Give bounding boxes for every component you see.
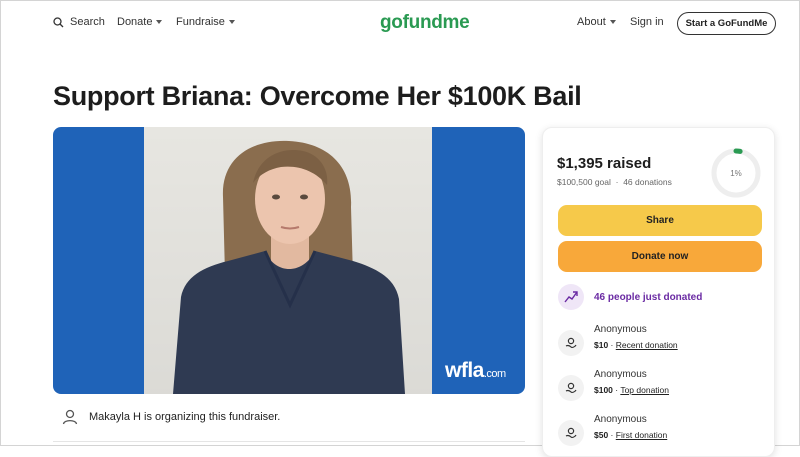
- donation-amount: $100: [594, 385, 613, 395]
- campaign-image[interactable]: wfla.com: [53, 127, 525, 394]
- gofundme-logo[interactable]: gofundme: [380, 12, 470, 34]
- recent-activity-text: 46 people just donated: [594, 291, 703, 303]
- recent-activity[interactable]: 46 people just donated: [558, 284, 702, 310]
- search-nav[interactable]: Search: [53, 16, 105, 28]
- donation-amount: $50: [594, 430, 609, 440]
- donate-nav-label: Donate: [117, 16, 153, 28]
- donation-panel: $1,395 raised $100,500 goal · 46 donatio…: [542, 127, 775, 457]
- progress-label: 1%: [730, 169, 742, 178]
- page: Search Donate Fundraise gofundme About S…: [0, 0, 800, 457]
- fundraise-nav-label: Fundraise: [176, 16, 225, 28]
- start-gofundme-button[interactable]: Start a GoFundMe: [677, 12, 776, 35]
- organizer-row[interactable]: Makayla H is organizing this fundraiser.: [53, 400, 280, 434]
- donation-hand-icon: [558, 375, 584, 401]
- top-nav: Search Donate Fundraise gofundme About S…: [1, 1, 800, 47]
- sign-in-link[interactable]: Sign in: [630, 16, 664, 28]
- page-title: Support Briana: Overcome Her $100K Bail: [53, 81, 582, 111]
- chevron-down-icon: [609, 20, 616, 24]
- donation-count: 46 donations: [623, 177, 672, 187]
- dot-separator: ·: [613, 177, 621, 187]
- about-nav[interactable]: About: [577, 16, 616, 28]
- fundraise-nav[interactable]: Fundraise: [176, 16, 235, 28]
- goal-amount: $100,500 goal: [557, 177, 611, 187]
- search-label: Search: [70, 16, 105, 28]
- donor-name: Anonymous: [594, 414, 647, 425]
- donation-item: Anonymous $10 · Recent donation: [558, 324, 678, 356]
- user-icon: [53, 400, 87, 434]
- donation-hand-icon: [558, 420, 584, 446]
- donation-item: Anonymous $50 · First donation: [558, 414, 667, 446]
- progress-ring: 1%: [710, 147, 762, 199]
- goal-summary: $100,500 goal · 46 donations: [557, 177, 672, 187]
- divider: [53, 441, 525, 442]
- donor-name: Anonymous: [594, 324, 647, 335]
- watermark-main: wfla: [445, 359, 484, 382]
- donation-item: Anonymous $100 · Top donation: [558, 369, 669, 401]
- chevron-down-icon: [156, 20, 163, 24]
- donate-now-button[interactable]: Donate now: [558, 241, 762, 272]
- donation-tag-link[interactable]: First donation: [616, 430, 668, 440]
- chevron-down-icon: [228, 20, 235, 24]
- amount-raised: $1,395 raised: [557, 155, 652, 172]
- watermark-sub: .com: [483, 368, 506, 380]
- donation-tag-link[interactable]: Top donation: [620, 385, 669, 395]
- donation-hand-icon: [558, 330, 584, 356]
- person-photo: [173, 140, 405, 394]
- donation-amount: $10: [594, 340, 609, 350]
- wfla-watermark: wfla.com: [445, 359, 506, 383]
- donate-nav[interactable]: Donate: [117, 16, 163, 28]
- trending-up-icon: [558, 284, 584, 310]
- about-nav-label: About: [577, 16, 606, 28]
- share-button[interactable]: Share: [558, 205, 762, 236]
- donation-tag-link[interactable]: Recent donation: [616, 340, 678, 350]
- search-icon: [53, 16, 64, 28]
- donor-name: Anonymous: [594, 369, 647, 380]
- organizer-text: Makayla H is organizing this fundraiser.: [89, 411, 281, 423]
